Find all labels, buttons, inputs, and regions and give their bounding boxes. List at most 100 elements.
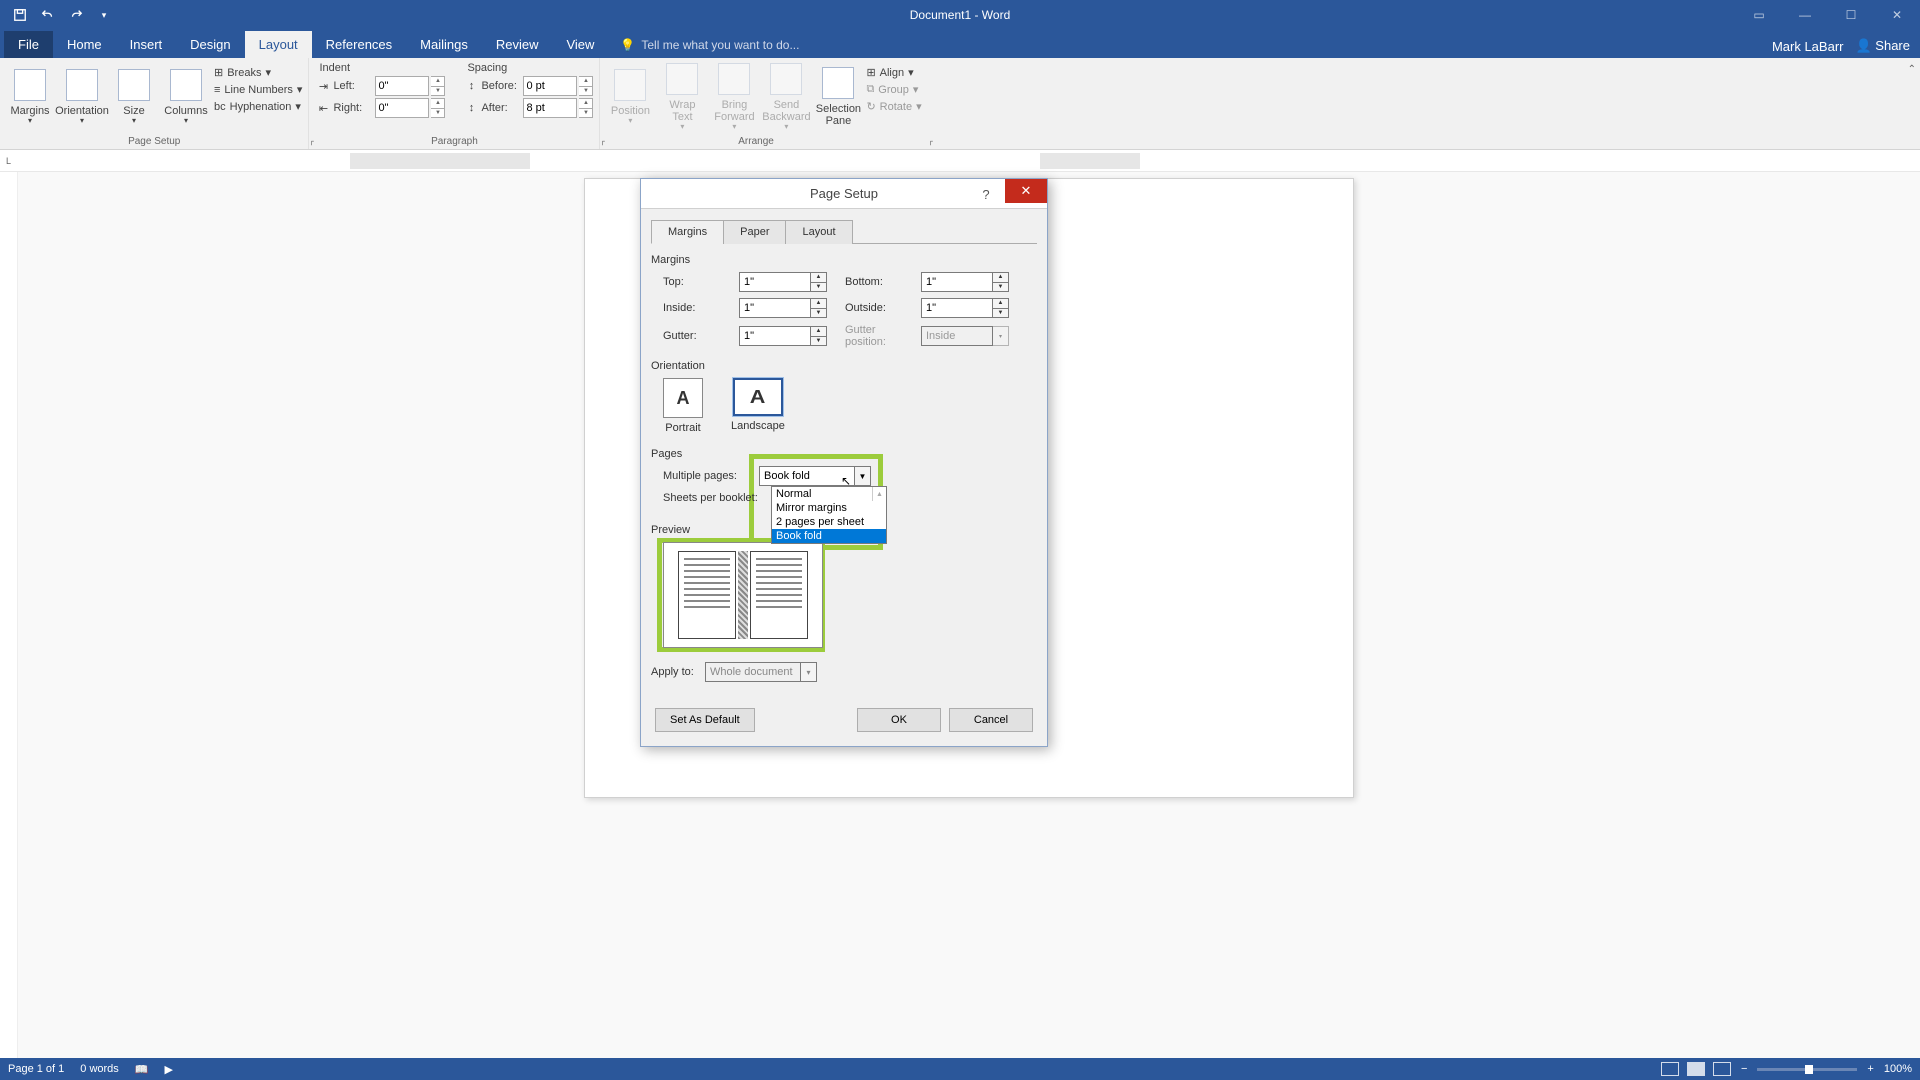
option-2-pages-per-sheet[interactable]: 2 pages per sheet <box>772 515 886 529</box>
margin-top-spinner[interactable]: ▲▼ <box>811 272 827 292</box>
spacing-after-spinner[interactable]: ▲▼ <box>579 98 593 118</box>
tab-review[interactable]: Review <box>482 31 553 58</box>
collapse-ribbon-icon[interactable]: ⌃ <box>1908 64 1916 75</box>
print-layout-icon[interactable] <box>1687 1062 1705 1076</box>
align-button[interactable]: ⊞ Align ▾ <box>866 66 921 79</box>
group-label-page-setup[interactable]: Page Setup <box>6 136 302 149</box>
spelling-icon[interactable]: 📖 <box>135 1063 149 1076</box>
view-mode-buttons <box>1661 1062 1731 1076</box>
orientation-button[interactable]: Orientation▾ <box>58 62 106 132</box>
document-title: Document1 - Word <box>910 8 1010 22</box>
ok-button[interactable]: OK <box>857 708 941 732</box>
preview-left-page <box>678 551 736 639</box>
dialog-close-icon[interactable]: ✕ <box>1005 179 1047 203</box>
chevron-down-icon[interactable]: ▾ <box>800 663 816 681</box>
selection-pane-button[interactable]: Selection Pane <box>814 62 862 132</box>
margin-inside-spinner[interactable]: ▲▼ <box>811 298 827 318</box>
zoom-in-icon[interactable]: + <box>1867 1063 1873 1075</box>
group-label-paragraph[interactable]: Paragraph <box>315 136 593 149</box>
gutter-position-dropdown-icon: ▾ <box>993 326 1009 346</box>
spacing-before-input[interactable] <box>523 76 577 96</box>
indent-left-input[interactable] <box>375 76 429 96</box>
status-words[interactable]: 0 words <box>80 1063 119 1075</box>
account-username[interactable]: Mark LaBarr <box>1772 39 1844 54</box>
breaks-label: Breaks <box>227 67 261 79</box>
tell-me-search[interactable]: 💡 Tell me what you want to do... <box>620 38 799 58</box>
tab-design[interactable]: Design <box>176 31 244 58</box>
zoom-out-icon[interactable]: − <box>1741 1063 1747 1075</box>
dialog-titlebar[interactable]: Page Setup ? ✕ <box>641 179 1047 209</box>
macro-icon[interactable]: ▶ <box>165 1063 173 1076</box>
group-objects-label: Group <box>878 84 909 96</box>
margin-bottom-spinner[interactable]: ▲▼ <box>993 272 1009 292</box>
line-numbers-button[interactable]: ≡ Line Numbers ▾ <box>214 83 302 96</box>
spacing-after-label: After: <box>481 102 521 114</box>
ribbon-display-options-icon[interactable]: ▭ <box>1736 0 1782 30</box>
tab-file[interactable]: File <box>4 31 53 58</box>
gutter-input[interactable] <box>739 326 811 346</box>
indent-right-input[interactable] <box>375 98 429 118</box>
dialog-help-icon[interactable]: ? <box>971 183 1001 205</box>
option-normal[interactable]: Normal <box>772 487 886 501</box>
gutter-position-label: Gutter position: <box>845 324 905 348</box>
dialog-tab-paper[interactable]: Paper <box>723 220 786 244</box>
set-as-default-button[interactable]: Set As Default <box>655 708 755 732</box>
margins-button[interactable]: Margins▾ <box>6 62 54 132</box>
tab-references[interactable]: References <box>312 31 406 58</box>
tab-mailings[interactable]: Mailings <box>406 31 482 58</box>
share-button[interactable]: 👤 Share <box>1855 38 1910 54</box>
breaks-button[interactable]: ⊞ Breaks ▾ <box>214 66 302 79</box>
maximize-icon[interactable]: ☐ <box>1828 0 1874 30</box>
margin-bottom-input[interactable] <box>921 272 993 292</box>
undo-icon[interactable] <box>36 3 60 27</box>
chevron-down-icon[interactable]: ▼ <box>854 467 870 485</box>
margin-inside-label: Inside: <box>663 302 723 314</box>
indent-right-spinner[interactable]: ▲▼ <box>431 98 445 118</box>
minimize-icon[interactable]: — <box>1782 0 1828 30</box>
spacing-before-spinner[interactable]: ▲▼ <box>579 76 593 96</box>
tab-view[interactable]: View <box>552 31 608 58</box>
orientation-label: Orientation <box>55 105 109 117</box>
web-layout-icon[interactable] <box>1713 1062 1731 1076</box>
dialog-tab-margins[interactable]: Margins <box>651 220 724 244</box>
lightbulb-icon: 💡 <box>620 38 635 52</box>
dialog-tab-layout[interactable]: Layout <box>785 220 852 244</box>
zoom-slider[interactable] <box>1757 1068 1857 1071</box>
indent-right-icon: ⇤ <box>315 100 331 116</box>
tab-selector[interactable]: L <box>0 156 18 166</box>
redo-icon[interactable] <box>64 3 88 27</box>
multiple-pages-combo[interactable]: Book fold ▼ <box>759 466 871 486</box>
size-button[interactable]: Size▾ <box>110 62 158 132</box>
indent-left-spinner[interactable]: ▲▼ <box>431 76 445 96</box>
option-mirror-margins[interactable]: Mirror margins <box>772 501 886 515</box>
gutter-label: Gutter: <box>663 330 723 342</box>
horizontal-ruler[interactable]: L <box>0 150 1920 172</box>
zoom-level[interactable]: 100% <box>1884 1063 1912 1075</box>
hyphenation-button[interactable]: bc Hyphenation ▾ <box>214 100 302 113</box>
gutter-spinner[interactable]: ▲▼ <box>811 326 827 346</box>
vertical-ruler[interactable] <box>0 172 18 1058</box>
save-icon[interactable] <box>8 3 32 27</box>
apply-to-combo[interactable]: Whole document ▾ <box>705 662 817 682</box>
tab-insert[interactable]: Insert <box>116 31 177 58</box>
margin-outside-spinner[interactable]: ▲▼ <box>993 298 1009 318</box>
tab-home[interactable]: Home <box>53 31 116 58</box>
wrap-text-button: Wrap Text▾ <box>658 62 706 132</box>
margin-top-input[interactable] <box>739 272 811 292</box>
close-window-icon[interactable]: ✕ <box>1874 0 1920 30</box>
tab-layout[interactable]: Layout <box>245 31 312 58</box>
align-label: Align <box>880 67 904 79</box>
cancel-button[interactable]: Cancel <box>949 708 1033 732</box>
cursor-pointer-icon: ↖ <box>841 474 851 488</box>
columns-button[interactable]: Columns▾ <box>162 62 210 132</box>
option-book-fold[interactable]: Book fold <box>772 529 886 543</box>
qat-customize-icon[interactable]: ▾ <box>92 3 116 27</box>
orientation-portrait[interactable]: A Portrait <box>663 378 703 434</box>
dialog-title-text: Page Setup <box>810 186 878 201</box>
read-mode-icon[interactable] <box>1661 1062 1679 1076</box>
margin-inside-input[interactable] <box>739 298 811 318</box>
status-page[interactable]: Page 1 of 1 <box>8 1063 64 1075</box>
orientation-landscape[interactable]: A Landscape <box>731 378 785 434</box>
margin-outside-input[interactable] <box>921 298 993 318</box>
spacing-after-input[interactable] <box>523 98 577 118</box>
